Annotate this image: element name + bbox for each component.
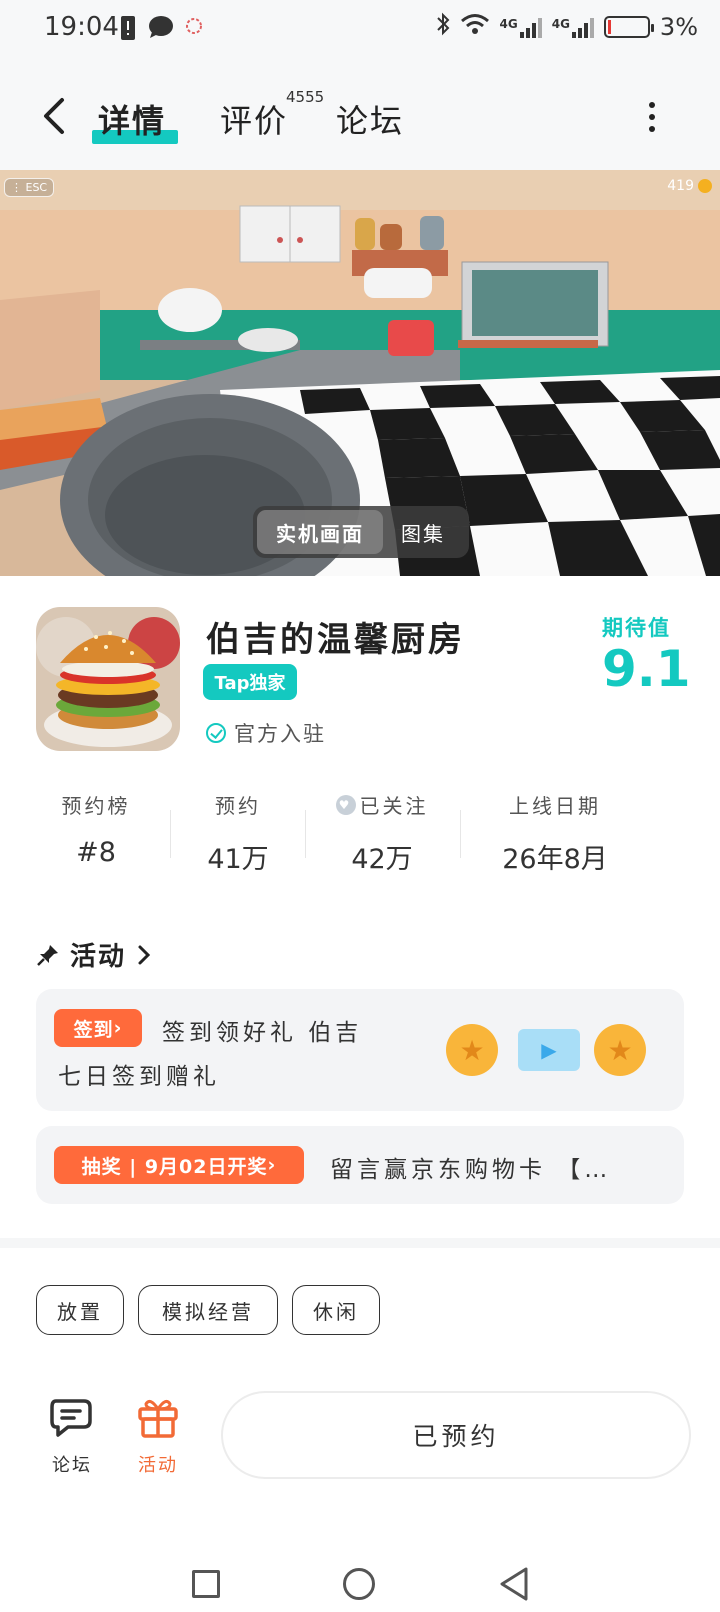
tab-detail[interactable]: 详情 [98, 96, 166, 142]
checkin-text-line2: 七日签到赠礼 [58, 1064, 220, 1090]
tab-forum[interactable]: 论坛 [336, 96, 404, 142]
official-verified: 官方入驻 [206, 718, 326, 748]
expectation-score: 9.1 [602, 640, 691, 698]
esc-button[interactable]: ⋮ ESC [4, 178, 55, 197]
more-options-button[interactable] [648, 102, 656, 132]
divider [305, 810, 306, 858]
checkin-text-line1: 签到领好礼 伯吉 [162, 1020, 363, 1046]
lottery-text: 留言赢京东购物卡 【… [330, 1157, 612, 1183]
stat-followed[interactable]: ♥ 已关注 42万 [307, 790, 457, 876]
lottery-activity-card[interactable]: 抽奖 | 9月02日开奖 › 留言赢京东购物卡 【… [36, 1126, 684, 1204]
forum-button[interactable]: 论坛 [42, 1395, 102, 1477]
forum-chat-icon [50, 1399, 92, 1437]
burger-icon [36, 607, 180, 751]
back-arrow-icon [44, 98, 64, 134]
stat-reservations: 预约 41万 [207, 794, 269, 875]
stat-release-date: 上线日期 26年8月 [502, 794, 608, 875]
status-bar: 19:04 4G 4G 3% [0, 0, 720, 60]
network-type-2: 4G [551, 17, 570, 31]
star-reward-icon: ★ [446, 1024, 498, 1076]
expectation-label: 期待值 [602, 616, 671, 640]
status-time: 19:04 [44, 12, 119, 42]
back-button[interactable] [36, 96, 76, 136]
real-footage-button[interactable]: 实机画面 [257, 510, 383, 554]
recent-apps-button[interactable] [192, 1570, 220, 1598]
battery-icon [603, 16, 654, 38]
tab-review[interactable]: 评价 [220, 96, 288, 142]
coin-counter: 419 [667, 178, 712, 194]
wifi-icon [460, 13, 490, 41]
signal-icon [519, 16, 542, 38]
sim-alert-icon [120, 15, 136, 45]
back-nav-button[interactable] [498, 1566, 530, 1606]
gift-icon [138, 1399, 178, 1438]
heart-icon: ♥ [335, 794, 356, 815]
system-nav-bar [0, 1540, 720, 1612]
pin-icon [37, 944, 58, 966]
star-reward-icon: ★ [594, 1024, 646, 1076]
network-type-1: 4G [499, 17, 518, 31]
tap-exclusive-badge: Tap独家 [203, 664, 297, 700]
section-divider [0, 1238, 720, 1248]
checkin-tag: 签到 › [54, 1009, 142, 1047]
tag-idle[interactable]: 放置 [36, 1285, 124, 1335]
activity-button[interactable]: 活动 [128, 1395, 188, 1477]
tag-casual[interactable]: 休闲 [292, 1285, 380, 1335]
lottery-tag: 抽奖 | 9月02日开奖 › [54, 1146, 304, 1184]
coin-icon [698, 179, 712, 193]
reserve-button[interactable]: 已预约 [221, 1391, 691, 1479]
chevron-right-icon [138, 945, 151, 964]
tag-simulation[interactable]: 模拟经营 [138, 1285, 278, 1335]
activity-section-header[interactable]: 活动 [36, 936, 152, 973]
battery-percent: 3% [659, 13, 698, 41]
game-icon [36, 607, 180, 751]
ticket-reward-icon: ▶ [518, 1029, 580, 1071]
game-title: 伯吉的温馨厨房 [206, 620, 465, 660]
check-circle-icon [206, 723, 226, 743]
stat-rank[interactable]: 预约榜 #8 [21, 790, 171, 868]
gallery-button[interactable]: 图集 [383, 510, 463, 554]
checkin-activity-card[interactable]: 签到 › 签到领好礼 伯吉 七日签到赠礼 ★ ▶ ★ [36, 989, 684, 1111]
divider [460, 810, 461, 858]
stats-row: 预约榜 #8 预约 41万 ♥ 已关注 42万 上线日期 26年8月 [0, 790, 720, 880]
bluetooth-icon [436, 12, 450, 42]
notification-icon [184, 16, 204, 40]
message-icon [148, 15, 174, 43]
game-screenshot[interactable]: ⋮ ESC 419 实机画面 图集 [0, 170, 720, 576]
media-toggle: 实机画面 图集 [253, 506, 469, 558]
signal-icon [571, 16, 594, 38]
top-nav: 详情 评价 4555 论坛 [0, 60, 720, 170]
review-count-badge: 4555 [286, 88, 325, 106]
home-button[interactable] [343, 1568, 375, 1600]
back-triangle-icon [500, 1567, 528, 1601]
